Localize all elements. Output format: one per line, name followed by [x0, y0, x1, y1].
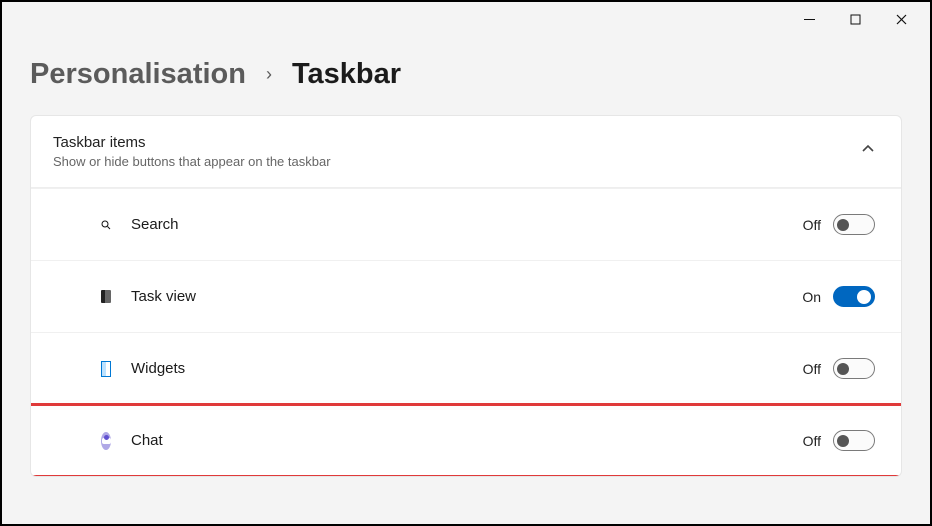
- chevron-up-icon[interactable]: [861, 142, 875, 161]
- taskview-toggle[interactable]: [833, 286, 875, 307]
- taskbar-item-taskview: Task view On: [31, 260, 901, 332]
- chevron-right-icon: ›: [266, 64, 272, 85]
- window-titlebar: [2, 2, 930, 36]
- maximize-icon: [850, 14, 861, 25]
- toggle-state-label: On: [802, 289, 821, 305]
- close-icon: [896, 14, 907, 25]
- widgets-toggle[interactable]: [833, 358, 875, 379]
- toggle-state-label: Off: [803, 433, 821, 449]
- search-toggle[interactable]: [833, 214, 875, 235]
- chat-toggle[interactable]: [833, 430, 875, 451]
- item-label: Chat: [111, 432, 803, 449]
- widgets-icon: [53, 361, 111, 377]
- taskbar-item-search: Search Off: [31, 188, 901, 260]
- taskbar-item-chat: Chat Off: [31, 404, 901, 476]
- window-minimize-button[interactable]: [786, 3, 832, 35]
- taskbar-items-card: Taskbar items Show or hide buttons that …: [30, 115, 902, 477]
- minimize-icon: [804, 14, 815, 25]
- section-subtitle: Show or hide buttons that appear on the …: [53, 154, 331, 169]
- taskbar-item-widgets: Widgets Off: [31, 332, 901, 404]
- search-icon: [53, 216, 111, 234]
- window-maximize-button[interactable]: [832, 3, 878, 35]
- chat-icon: [53, 432, 111, 450]
- toggle-state-label: Off: [803, 217, 821, 233]
- breadcrumb: Personalisation › Taskbar: [2, 36, 930, 115]
- toggle-state-label: Off: [803, 361, 821, 377]
- card-header[interactable]: Taskbar items Show or hide buttons that …: [31, 116, 901, 188]
- item-label: Widgets: [111, 360, 803, 377]
- taskview-icon: [53, 290, 111, 303]
- section-title: Taskbar items: [53, 134, 331, 151]
- item-label: Task view: [111, 288, 802, 305]
- breadcrumb-current: Taskbar: [292, 58, 401, 91]
- item-label: Search: [111, 216, 803, 233]
- breadcrumb-parent[interactable]: Personalisation: [30, 58, 246, 91]
- window-close-button[interactable]: [878, 3, 924, 35]
